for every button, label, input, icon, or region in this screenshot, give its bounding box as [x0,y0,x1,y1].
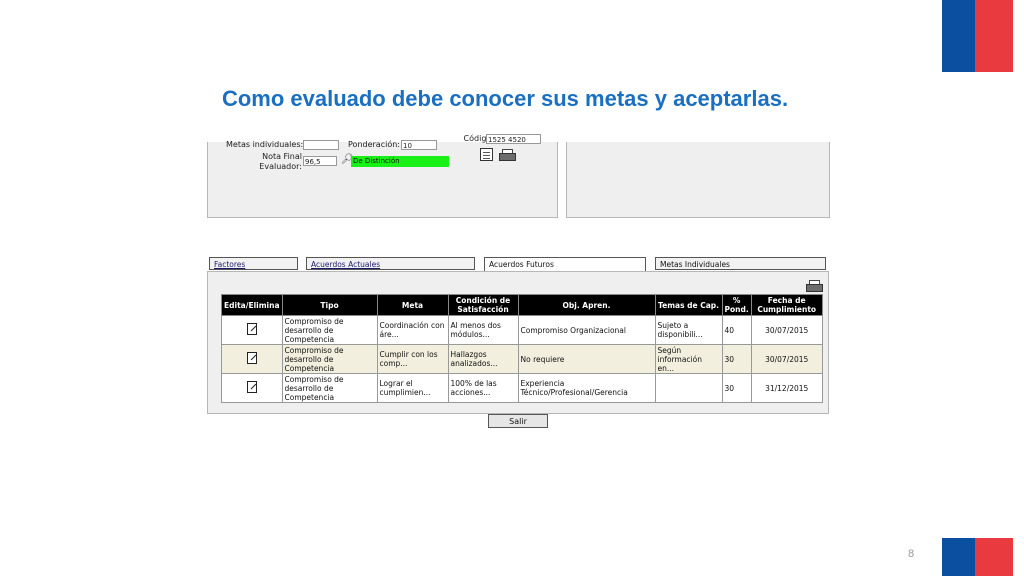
temas-cell [654,373,723,403]
tipo-cell: Compromiso de desarrollo de Competencia [281,315,378,345]
salir-button[interactable]: Salir [488,414,548,428]
ponderacion-field[interactable]: 10 [401,140,437,150]
obj-apren-cell: Experiencia Técnico/Profesional/Gerencia [517,373,656,403]
column-header: % Pond. [721,294,752,316]
edit-cell [221,373,283,403]
printer-icon[interactable] [806,280,823,292]
column-header: Meta [376,294,449,316]
slide-title: Como evaluado debe conocer sus metas y a… [221,86,789,111]
obj-apren-cell: No requiere [517,344,656,374]
pond-cell: 40 [721,315,752,345]
tab-metas-individuales[interactable]: Metas Individuales [655,257,826,270]
flag-decoration-bottom [942,538,1013,576]
tab-acuerdos-futuros[interactable]: Acuerdos Futuros [484,257,646,272]
flag-decoration-top [942,0,1013,72]
condicion-cell: 100% de las acciones... [447,373,519,403]
meta-cell[interactable]: Lograr el cumplimien... [376,373,449,403]
temas-cell: Sujeto a disponibili... [654,315,723,345]
printer-icon[interactable] [499,149,516,161]
fecha-cell: 30/07/2015 [750,315,823,345]
evaluation-summary-panel: Metas individuales: Ponderación: 10 Códi… [207,134,558,218]
condicion-cell: Al menos dos módulos... [447,315,519,345]
side-panel [566,142,830,218]
column-header: Temas de Cap. [654,294,723,316]
metas-individuales-field[interactable] [303,140,339,150]
nota-final-label: Nota Final [262,152,302,161]
temas-cell: Según información en... [654,344,723,374]
tipo-cell: Compromiso de desarrollo de Competencia [281,373,378,403]
edit-icon[interactable] [246,323,257,335]
distincion-status: De Distinción [351,156,449,167]
edit-icon[interactable] [246,381,257,393]
tab-factores[interactable]: Factores [209,257,298,270]
page-number: 8 [908,548,915,560]
fecha-cell: 30/07/2015 [750,344,823,374]
document-icon[interactable] [480,148,493,161]
obj-apren-cell: Compromiso Organizacional [517,315,656,345]
acuerdos-table: Edita/Elimina Tipo Meta Condición de Sat… [221,294,823,403]
metas-individuales-label: Metas individuales: [226,140,304,149]
column-header: Edita/Elimina [221,294,283,316]
edit-cell [221,315,283,345]
tab-bar: Factores Acuerdos Actuales Acuerdos Futu… [207,256,829,272]
acuerdos-futuros-panel: Edita/Elimina Tipo Meta Condición de Sat… [207,271,829,414]
tab-acuerdos-actuales[interactable]: Acuerdos Actuales [306,257,475,270]
nota-final-field[interactable]: 96,5 [303,156,337,166]
tipo-cell: Compromiso de desarrollo de Competencia [281,344,378,374]
pond-cell: 30 [721,373,752,403]
fecha-cell: 31/12/2015 [750,373,823,403]
meta-cell[interactable]: Coordinación con áre... [376,315,449,345]
table-header-row: Edita/Elimina Tipo Meta Condición de Sat… [221,294,823,316]
column-header: Obj. Apren. [517,294,656,316]
table-row: Compromiso de desarrollo de Competencia … [221,315,823,345]
edit-cell [221,344,283,374]
column-header: Condición de Satisfacción [447,294,519,316]
ponderacion-label: Ponderación: [348,140,400,149]
meta-cell[interactable]: Cumplir con los comp... [376,344,449,374]
pond-cell: 30 [721,344,752,374]
edit-icon[interactable] [246,352,257,364]
condicion-cell: Hallazgos analizados... [447,344,519,374]
table-row: Compromiso de desarrollo de Competencia … [221,344,823,374]
evaluador-label: Evaluador: [259,162,302,171]
column-header: Tipo [281,294,378,316]
codigo-field[interactable]: 1525 4520 [486,134,541,144]
table-row: Compromiso de desarrollo de Competencia … [221,373,823,403]
column-header: Fecha de Cumplimiento [750,294,823,316]
